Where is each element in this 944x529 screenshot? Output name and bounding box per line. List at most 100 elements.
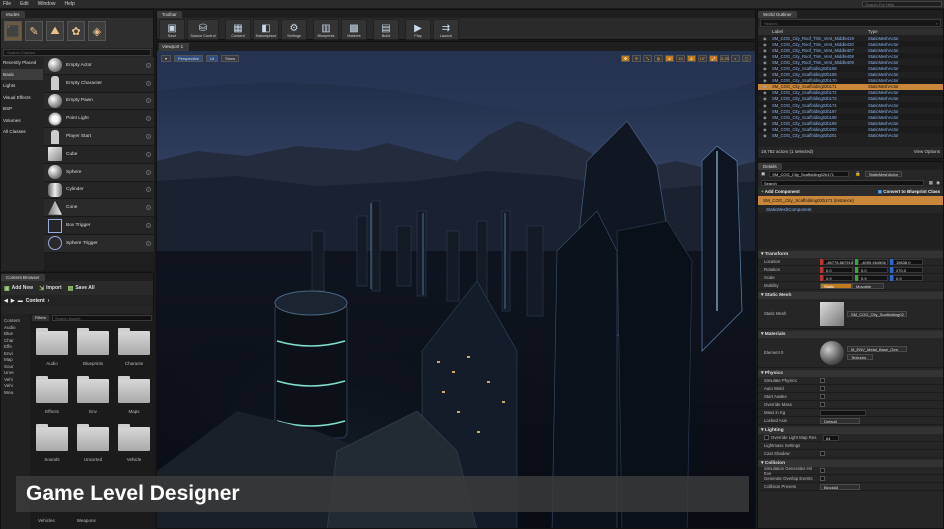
path-content[interactable]: Content bbox=[26, 298, 45, 304]
category-bsp[interactable]: BSP bbox=[1, 103, 43, 115]
geometry-mode-icon[interactable]: ◈ bbox=[88, 21, 106, 41]
lighting-section[interactable]: ▾ Lighting bbox=[758, 427, 943, 434]
eye-icon[interactable]: ◉ bbox=[758, 36, 772, 41]
instance-row[interactable]: SM_COG_City_Scaffolding02b171 (Instance) bbox=[758, 196, 943, 205]
eye-icon[interactable]: ◉ bbox=[936, 180, 940, 186]
folder-tile[interactable]: Blueprints bbox=[74, 328, 112, 372]
location-y-field[interactable]: -4059.464508 bbox=[858, 258, 888, 265]
blueprint-button[interactable]: ▣ Convert to Blueprint Class bbox=[878, 189, 940, 195]
label-column-header[interactable]: Label bbox=[772, 29, 868, 34]
eye-icon[interactable]: ◉ bbox=[758, 90, 772, 95]
eye-icon[interactable]: ◉ bbox=[758, 48, 772, 53]
materials-section[interactable]: ▾ Materials bbox=[758, 331, 943, 338]
placeable-item[interactable]: Cylinder? bbox=[44, 181, 154, 200]
lightmass-row[interactable]: Lightmass Settings bbox=[758, 442, 943, 450]
eye-icon[interactable]: ◉ bbox=[758, 127, 772, 132]
menu-edit[interactable]: Edit bbox=[20, 1, 29, 7]
category-recently-placed[interactable]: Recently Placed bbox=[1, 57, 43, 69]
foliage-mode-icon[interactable]: ✿ bbox=[67, 21, 85, 41]
source-control-button[interactable]: ⛁ Source Control bbox=[187, 19, 219, 40]
asset-search-input[interactable]: Search Assets bbox=[51, 315, 152, 321]
add-component-button[interactable]: + Add Component bbox=[761, 189, 800, 194]
placeable-item[interactable]: Cone? bbox=[44, 199, 154, 218]
eye-icon[interactable]: ◉ bbox=[758, 72, 772, 77]
simulate-physics-checkbox[interactable] bbox=[820, 378, 825, 383]
placeable-item[interactable]: Empty Actor? bbox=[44, 57, 154, 75]
play-button[interactable]: ▶ Play bbox=[405, 19, 431, 40]
placeable-item[interactable]: Cube? bbox=[44, 145, 154, 164]
collision-presets-dropdown[interactable]: BlockAll bbox=[820, 483, 860, 490]
add-new-button[interactable]: ▣ Add New bbox=[4, 285, 33, 292]
eye-icon[interactable]: ◉ bbox=[758, 109, 772, 114]
placeable-item[interactable]: Sphere? bbox=[44, 163, 154, 182]
eye-icon[interactable]: ◉ bbox=[758, 66, 772, 71]
scale-snap-value[interactable]: 0.25 bbox=[720, 55, 729, 62]
back-icon[interactable]: ◀ bbox=[4, 298, 8, 304]
material-thumbnail[interactable] bbox=[820, 340, 844, 365]
content-button[interactable]: ▦ Content bbox=[225, 19, 251, 40]
world-icon[interactable]: ◍ bbox=[654, 55, 663, 62]
modes-tab[interactable]: Modes bbox=[1, 11, 25, 18]
placeable-item[interactable]: Empty Character? bbox=[44, 74, 154, 93]
grid-view-icon[interactable]: ▦ bbox=[929, 180, 933, 186]
help-icon[interactable]: ? bbox=[146, 169, 151, 175]
scale-z-field[interactable]: 0.9 bbox=[893, 274, 923, 281]
outliner-row[interactable]: ◉ SM_COG_City_Scaffolding02b201 StaticMesh… bbox=[758, 133, 943, 139]
folder-label[interactable]: Vehicles bbox=[38, 518, 55, 523]
help-icon[interactable]: ? bbox=[146, 205, 151, 211]
help-icon[interactable]: ? bbox=[146, 116, 151, 122]
auto-weld-checkbox[interactable] bbox=[820, 386, 825, 391]
location-z-field[interactable]: 15638.0 bbox=[893, 258, 923, 265]
locked-axis-dropdown[interactable]: Default bbox=[820, 417, 860, 424]
place-mode-icon[interactable]: ⬛ bbox=[4, 21, 22, 41]
location-x-field[interactable]: -46775.867910 bbox=[823, 258, 853, 265]
eye-icon[interactable]: ◉ bbox=[758, 84, 772, 89]
rotation-snap-value[interactable]: 10° bbox=[698, 55, 707, 62]
category-lights[interactable]: Lights bbox=[1, 80, 43, 92]
hit-events-checkbox[interactable] bbox=[820, 468, 825, 473]
tree-item[interactable]: Wea bbox=[1, 390, 30, 397]
folder-tile[interactable]: Unsorted bbox=[74, 424, 112, 468]
save-all-button[interactable]: ▤ Save All bbox=[68, 285, 95, 292]
paint-mode-icon[interactable]: ✎ bbox=[25, 21, 43, 41]
outliner-search-input[interactable]: Search... ⌕ bbox=[760, 19, 941, 27]
folder-label[interactable]: Weapons bbox=[77, 518, 96, 523]
start-awake-checkbox[interactable] bbox=[820, 394, 825, 399]
placeable-item[interactable]: Point Light? bbox=[44, 110, 154, 129]
help-icon[interactable]: ? bbox=[146, 62, 151, 68]
eye-icon[interactable]: ◉ bbox=[758, 121, 772, 126]
mobility-static-button[interactable]: Static bbox=[820, 282, 852, 289]
folder-tile[interactable]: Vehicle bbox=[115, 424, 153, 468]
actor-name-field[interactable]: SM_COG_City_Scaffolding02b171 bbox=[769, 171, 850, 177]
build-button[interactable]: ▤ Build bbox=[373, 19, 399, 40]
view-options-button[interactable]: View Options bbox=[914, 149, 940, 154]
eye-icon[interactable]: ◉ bbox=[758, 60, 772, 65]
help-icon[interactable]: ? bbox=[146, 80, 151, 86]
help-icon[interactable]: ? bbox=[146, 98, 151, 104]
rotation-y-field[interactable]: 0.0 bbox=[858, 266, 888, 273]
folder-tile[interactable]: Maps bbox=[115, 376, 153, 420]
lightmap-res-field[interactable]: 64 bbox=[823, 434, 839, 441]
camera-speed-icon[interactable]: ◐ bbox=[731, 55, 740, 62]
folder-tile[interactable]: Sounds bbox=[33, 424, 71, 468]
perspective-button[interactable]: Perspective bbox=[174, 55, 203, 62]
filters-button[interactable]: Filters bbox=[32, 315, 49, 321]
override-mass-checkbox[interactable] bbox=[820, 402, 825, 407]
level-viewport[interactable]: Viewport 1 ▾ Perspective Lit Show ✥ ⟳ ⤡ … bbox=[156, 41, 756, 529]
marketplace-button[interactable]: ◧ Marketplace bbox=[253, 19, 279, 40]
mesh-thumbnail[interactable] bbox=[820, 301, 844, 326]
override-lightmap-checkbox[interactable] bbox=[764, 435, 769, 440]
scale-x-field[interactable]: 0.9 bbox=[823, 274, 853, 281]
mass-field[interactable] bbox=[820, 409, 866, 416]
rotation-snap-icon[interactable]: ∠ bbox=[687, 55, 696, 62]
toolbar-tab[interactable]: Toolbar bbox=[157, 11, 182, 18]
eye-icon[interactable]: ◉ bbox=[758, 54, 772, 59]
category-all-classes[interactable]: All Classes bbox=[1, 126, 43, 138]
textures-dropdown[interactable]: Textures bbox=[847, 353, 873, 360]
city-scene-render[interactable] bbox=[157, 51, 756, 529]
mesh-class-dropdown[interactable]: StaticMeshActor bbox=[864, 171, 902, 177]
transform-section[interactable]: ▾ Transform bbox=[758, 251, 943, 258]
eye-icon[interactable]: ◉ bbox=[758, 103, 772, 108]
help-icon[interactable]: ? bbox=[146, 223, 151, 229]
eye-icon[interactable]: ◉ bbox=[758, 42, 772, 47]
